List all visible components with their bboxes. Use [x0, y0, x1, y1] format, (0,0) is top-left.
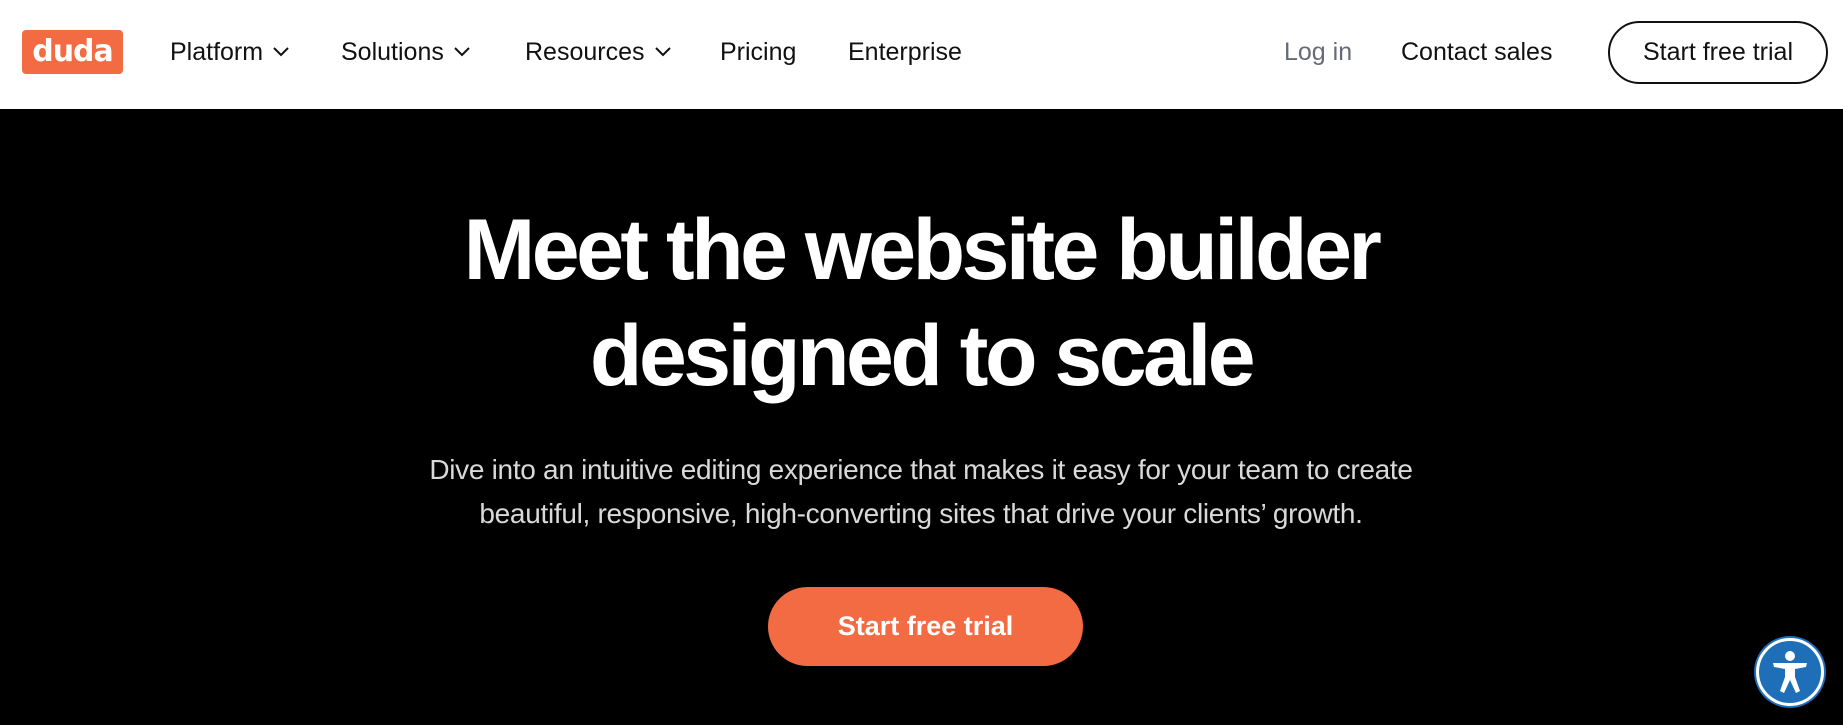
- hero-subtitle: Dive into an intuitive editing experienc…: [371, 448, 1471, 536]
- nav-resources-label: Resources: [525, 37, 645, 66]
- nav-enterprise[interactable]: Enterprise: [848, 34, 962, 70]
- header-start-trial-button[interactable]: Start free trial: [1608, 21, 1828, 84]
- chevron-down-icon: [654, 47, 671, 57]
- hero-start-trial-button[interactable]: Start free trial: [768, 587, 1083, 666]
- nav-pricing[interactable]: Pricing: [720, 34, 796, 70]
- duda-logo[interactable]: duda: [22, 30, 123, 74]
- hero-title: Meet the website builder designed to sca…: [321, 197, 1521, 409]
- nav-solutions-label: Solutions: [341, 37, 444, 66]
- contact-sales-link[interactable]: Contact sales: [1401, 34, 1552, 70]
- nav-platform-label: Platform: [170, 37, 264, 66]
- hero-section: Meet the website builder designed to sca…: [0, 109, 1843, 725]
- nav-resources[interactable]: Resources: [525, 34, 671, 70]
- top-navbar: duda Platform Solutions Resources Pricin…: [0, 0, 1843, 109]
- login-link[interactable]: Log in: [1284, 34, 1352, 70]
- hero-subtitle-line-2: beautiful, responsive, high-converting s…: [479, 498, 1363, 529]
- hero-title-line-2: designed to scale: [589, 308, 1256, 404]
- accessibility-icon: [1773, 651, 1807, 693]
- nav-platform[interactable]: Platform: [170, 34, 289, 70]
- hero-subtitle-line-1: Dive into an intuitive editing experienc…: [429, 454, 1413, 485]
- hero-title-line-1: Meet the website builder: [463, 202, 1382, 298]
- chevron-down-icon: [273, 47, 289, 57]
- nav-solutions[interactable]: Solutions: [341, 34, 470, 70]
- accessibility-widget-button[interactable]: [1756, 638, 1824, 706]
- chevron-down-icon: [454, 47, 470, 57]
